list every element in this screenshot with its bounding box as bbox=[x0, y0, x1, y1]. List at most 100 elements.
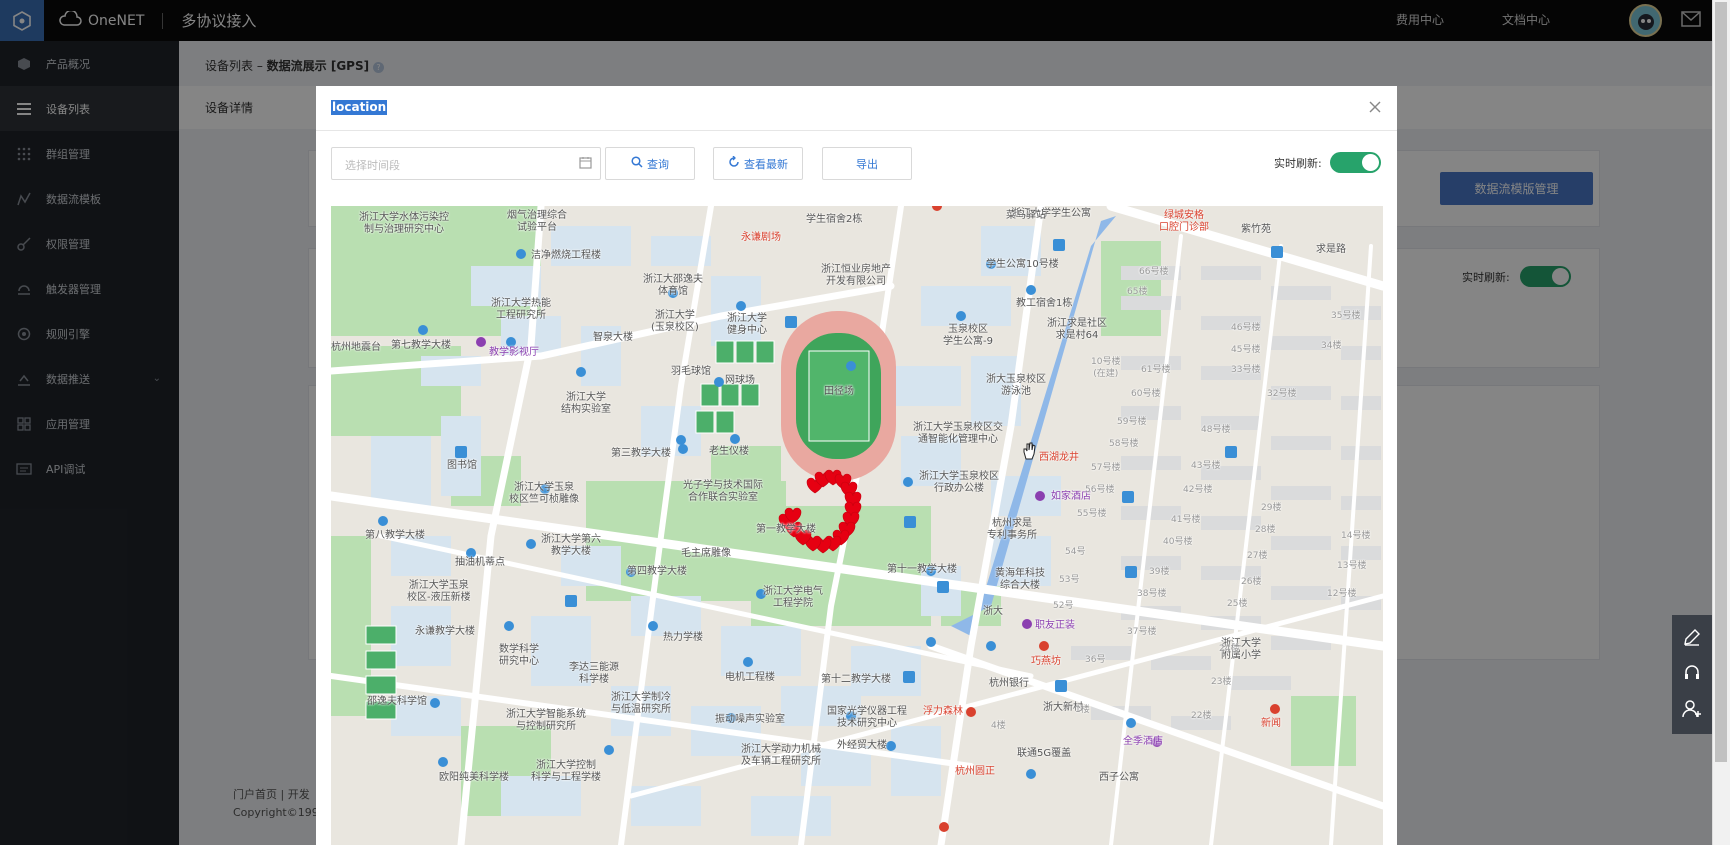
map-label: 42号楼 bbox=[1183, 485, 1213, 495]
map-label: 巧燕坊 bbox=[1031, 656, 1061, 667]
map-label: 4楼 bbox=[991, 721, 1006, 731]
map-label: 66号楼 bbox=[1139, 267, 1169, 277]
map-label: 杭州求是 专利事务所 bbox=[987, 518, 1037, 541]
map-label: 浙江大学 (玉泉校区) bbox=[651, 310, 699, 333]
map-label: 58号楼 bbox=[1109, 439, 1139, 449]
search-icon bbox=[631, 156, 643, 171]
map-label: 浙江大邵逸夫 体育馆 bbox=[643, 274, 703, 297]
scrollbar-thumb[interactable] bbox=[1715, 2, 1727, 762]
map-label: 43号楼 bbox=[1191, 461, 1221, 471]
map-label: 国家光学仪器工程 技术研究中心 bbox=[827, 706, 907, 729]
map-label: 浙江大学动力机械 及车辆工程研究所 bbox=[741, 744, 821, 767]
map-label: 浙江大学热能 工程研究所 bbox=[491, 298, 551, 321]
map-label: 第三教学大楼 bbox=[611, 448, 671, 459]
map-label: 教学影视厅 bbox=[489, 347, 539, 358]
map-label: 杭州地震台 bbox=[331, 342, 381, 353]
map-label: 浙江求是社区 求是村64 bbox=[1047, 318, 1107, 341]
date-placeholder: 选择时间段 bbox=[345, 159, 400, 172]
export-label: 导出 bbox=[856, 157, 878, 171]
map-label: 浙江大学制冷 与低温研究所 bbox=[611, 692, 671, 715]
map-label: 老生仪楼 bbox=[709, 446, 749, 457]
map-label: 39楼 bbox=[1149, 567, 1170, 577]
map-label: 13号楼 bbox=[1337, 561, 1367, 571]
map-label: 职友正装 bbox=[1035, 620, 1075, 631]
realtime-refresh-toggle[interactable] bbox=[1329, 152, 1381, 173]
map-label: 烟气治理综合 试验平台 bbox=[507, 210, 567, 233]
map-label: 永谦剧场 bbox=[741, 232, 781, 243]
map-label: 玉泉校区 学生公寓-9 bbox=[943, 324, 993, 347]
map-label: 黄海年科技 综合大楼 bbox=[995, 568, 1045, 591]
map-label: 46号楼 bbox=[1231, 323, 1261, 333]
map-label: 45号楼 bbox=[1231, 345, 1261, 355]
map-label: 10号楼 (在建) bbox=[1091, 357, 1121, 379]
map-label: 1楼 bbox=[1075, 705, 1090, 715]
modal-refresh-control: 实时刷新: bbox=[1274, 152, 1381, 173]
map-label: 抽油机蒂点 bbox=[455, 557, 505, 568]
map-label: 紫竹苑 bbox=[1241, 224, 1271, 235]
map-label: 图书馆 bbox=[447, 460, 477, 471]
map-label: 浙江恒业房地产 开发有限公司 bbox=[821, 264, 891, 287]
view-latest-label: 查看最新 bbox=[744, 157, 788, 171]
map-label: 浙江大学玉泉校区 行政办公楼 bbox=[919, 471, 999, 494]
map-label: 联通5G覆盖 bbox=[1017, 748, 1072, 759]
map-label: 振动噪声实验室 bbox=[715, 714, 785, 725]
calendar-icon[interactable] bbox=[579, 156, 592, 172]
headset-icon[interactable] bbox=[1682, 663, 1702, 686]
map-label: 浙江大学 健身中心 bbox=[727, 313, 767, 336]
map-label: 59号楼 bbox=[1117, 417, 1147, 427]
query-button[interactable]: 查询 bbox=[605, 147, 695, 180]
map-label: 22楼 bbox=[1191, 711, 1212, 721]
map-label: 55号楼 bbox=[1077, 509, 1107, 519]
export-button[interactable]: 导出 bbox=[822, 147, 912, 180]
map-label: 全季酒店 bbox=[1123, 736, 1163, 747]
map-label: 数学科学 研究中心 bbox=[499, 644, 539, 667]
edit-icon[interactable] bbox=[1682, 627, 1702, 650]
map-label: 浙江大学电气 工程学院 bbox=[763, 586, 823, 609]
close-icon[interactable] bbox=[1368, 100, 1382, 114]
map-label: 35号楼 bbox=[1331, 311, 1361, 321]
map-label: 羽毛球馆 bbox=[671, 366, 711, 377]
map-label: 第一教学大楼 bbox=[756, 524, 816, 535]
map-label: 永谦教学大楼 bbox=[415, 626, 475, 637]
gps-map[interactable]: 浙江大学水体污染控 制与治理研究中心 烟气治理综合 试验平台 永谦剧场 学生宿舍2栋… bbox=[331, 206, 1383, 845]
map-label: 第七教学大楼 bbox=[391, 340, 451, 351]
map-label: 外经贸大楼 bbox=[837, 740, 887, 751]
map-label: 浙江大学智能系统 与控制研究所 bbox=[506, 709, 586, 732]
add-user-icon[interactable] bbox=[1682, 699, 1702, 722]
date-range-input[interactable]: 选择时间段 bbox=[331, 147, 601, 180]
map-label: 欧阳纯美科学楼 bbox=[439, 772, 509, 783]
refresh-icon bbox=[728, 155, 740, 171]
query-label: 查询 bbox=[647, 157, 669, 171]
refresh-label: 实时刷新: bbox=[1274, 156, 1322, 170]
map-label: 浮力森林 bbox=[923, 706, 963, 717]
map-label: 24楼 bbox=[1219, 644, 1240, 654]
map-label: 12号楼 bbox=[1327, 589, 1357, 599]
map-label: 56号楼 bbox=[1085, 485, 1115, 495]
map-label: 34楼 bbox=[1321, 341, 1342, 351]
map-label: 智泉大楼 bbox=[593, 332, 633, 343]
map-label: 西湖龙井 bbox=[1039, 452, 1079, 463]
map-label: 浙江大学控制 科学与工程学楼 bbox=[531, 760, 601, 783]
map-label: 54号 bbox=[1065, 547, 1086, 557]
map-label: 第十二教学大楼 bbox=[821, 674, 891, 685]
map-label: 28楼 bbox=[1255, 525, 1276, 535]
map-label: 浙大玉泉校区 游泳池 bbox=[986, 374, 1046, 397]
map-label: 热力学楼 bbox=[663, 632, 703, 643]
view-latest-button[interactable]: 查看最新 bbox=[713, 147, 803, 180]
map-label: 杭州圆正 bbox=[955, 766, 995, 777]
map-label: 浙江大学玉泉 校区-液压新楼 bbox=[407, 580, 471, 603]
map-label: 27楼 bbox=[1247, 551, 1268, 561]
map-label: 23楼 bbox=[1211, 677, 1232, 687]
map-label: 浙江大学第六 教学大楼 bbox=[541, 534, 601, 557]
map-label: 邵逸夫科学馆 bbox=[367, 696, 427, 707]
map-label: 网球场 bbox=[725, 375, 755, 386]
toggle-knob bbox=[1361, 154, 1379, 171]
map-label: 浙江大学水体污染控 制与治理研究中心 bbox=[359, 212, 449, 235]
map-label: 14号楼 bbox=[1341, 531, 1371, 541]
map-label: 37号楼 bbox=[1127, 627, 1157, 637]
map-label: 25楼 bbox=[1227, 599, 1248, 609]
map-label: 36号 bbox=[1085, 655, 1106, 665]
map-label: 61号楼 bbox=[1141, 365, 1171, 375]
map-label: 杭州银行 bbox=[989, 678, 1029, 689]
map-label: 学生宿舍2栋 bbox=[806, 214, 863, 225]
